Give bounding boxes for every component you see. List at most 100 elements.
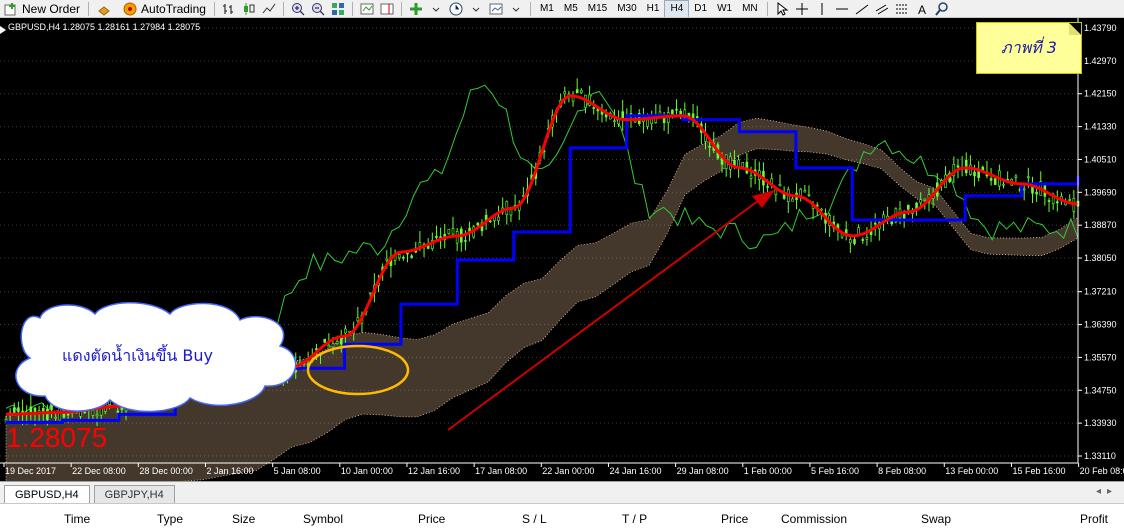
time-tick-label: 5 Jan 08:00 bbox=[274, 466, 321, 476]
fibonacci-tool[interactable] bbox=[892, 0, 912, 17]
time-tick-label: 12 Jan 16:00 bbox=[408, 466, 460, 476]
candle-body bbox=[695, 116, 699, 119]
candle-body bbox=[646, 119, 649, 127]
column-commission[interactable]: Commission bbox=[781, 512, 847, 526]
candle-body bbox=[981, 166, 985, 171]
candle-body bbox=[95, 413, 99, 417]
zoom-in-button[interactable] bbox=[288, 0, 308, 17]
text-tool[interactable]: A bbox=[912, 0, 932, 17]
time-tick-label: 22 Dec 08:00 bbox=[72, 466, 126, 476]
toolbar: New Order AutoTrading M1 M5 M15 M30 H1 H… bbox=[0, 0, 1124, 18]
timeframe-m5[interactable]: M5 bbox=[559, 0, 583, 17]
candle-body bbox=[575, 89, 579, 94]
bar-chart-icon bbox=[222, 3, 233, 14]
candle-body bbox=[1068, 199, 1072, 201]
candle-chart-button[interactable] bbox=[239, 0, 259, 17]
tab-gbpjpy-h4[interactable]: GBPJPY,H4 bbox=[93, 485, 175, 503]
timeframe-m1[interactable]: M1 bbox=[535, 0, 559, 17]
indicators-button[interactable] bbox=[406, 0, 426, 17]
chart-shift-icon bbox=[380, 3, 394, 14]
column-symbol[interactable]: Symbol bbox=[303, 512, 343, 526]
column-type[interactable]: Type bbox=[157, 512, 183, 526]
new-order-icon bbox=[4, 2, 16, 15]
periods-dropdown[interactable] bbox=[466, 0, 486, 17]
price-tick-label: 1.36390 bbox=[1084, 320, 1117, 330]
column-stop-loss[interactable]: S / L bbox=[522, 512, 547, 526]
price-tick-label: 1.37210 bbox=[1084, 287, 1117, 297]
candle-body bbox=[418, 242, 422, 247]
timeframe-h1[interactable]: H1 bbox=[642, 0, 665, 17]
price-tick-label: 1.35570 bbox=[1084, 352, 1117, 362]
candle-body bbox=[907, 204, 910, 210]
tabs-scroll-arrows[interactable]: ◂▸ bbox=[1096, 486, 1118, 497]
column-swap[interactable]: Swap bbox=[921, 512, 951, 526]
autoscroll-button[interactable] bbox=[357, 0, 377, 17]
chart-tabs-bar: GBPUSD,H4 GBPJPY,H4 ◂▸ bbox=[0, 481, 1124, 503]
templates-button[interactable] bbox=[486, 0, 506, 17]
candle-body bbox=[592, 107, 596, 109]
autoscroll-icon bbox=[360, 3, 374, 14]
timeframe-m30[interactable]: M30 bbox=[612, 0, 641, 17]
note-fold-corner bbox=[1069, 23, 1081, 35]
periods-button[interactable] bbox=[446, 0, 466, 17]
crosshair-tool[interactable] bbox=[792, 0, 812, 17]
new-order-button[interactable]: New Order bbox=[0, 0, 84, 17]
candle-body bbox=[344, 328, 347, 334]
time-tick-label: 29 Jan 08:00 bbox=[677, 466, 729, 476]
search-button[interactable] bbox=[932, 0, 952, 17]
tab-gbpusd-h4[interactable]: GBPUSD,H4 bbox=[4, 485, 90, 503]
text-icon: A bbox=[918, 3, 926, 16]
chart-window[interactable]: 1.43790 1.42970 1.42150 1.41330 1.40510 1.396… bbox=[0, 18, 1124, 481]
candle-body bbox=[17, 407, 20, 412]
chart-shift-button[interactable] bbox=[377, 0, 397, 17]
column-price[interactable]: Price bbox=[418, 512, 445, 526]
candle-body bbox=[410, 255, 413, 258]
candle-body bbox=[1014, 175, 1018, 178]
candle-body bbox=[613, 120, 616, 123]
fibonacci-icon bbox=[895, 4, 908, 13]
column-profit[interactable]: Profit bbox=[1080, 512, 1108, 526]
timeframe-w1[interactable]: W1 bbox=[712, 0, 737, 17]
candle-body bbox=[791, 198, 794, 202]
time-tick-label: 1 Feb 00:00 bbox=[744, 466, 792, 476]
zoom-out-button[interactable] bbox=[308, 0, 328, 17]
timeframe-d1[interactable]: D1 bbox=[689, 0, 712, 17]
chart-symbol-header: GBPUSD,H4 1.28075 1.28161 1.27984 1.2807… bbox=[8, 22, 201, 32]
candle-body bbox=[368, 292, 372, 295]
candle-body bbox=[799, 188, 802, 196]
candle-body bbox=[1002, 183, 1005, 186]
trendline-icon bbox=[855, 4, 868, 14]
autotrading-button[interactable]: AutoTrading bbox=[119, 0, 210, 17]
candle-body bbox=[1047, 200, 1051, 202]
candle-body bbox=[323, 338, 327, 343]
price-tick-label: 1.41330 bbox=[1084, 122, 1117, 132]
candle-body bbox=[741, 162, 745, 168]
line-chart-button[interactable] bbox=[259, 0, 279, 17]
channel-tool[interactable] bbox=[872, 0, 892, 17]
channel-icon bbox=[875, 4, 888, 14]
indicators-dropdown[interactable] bbox=[426, 0, 446, 17]
candle-body bbox=[919, 199, 923, 204]
template-icon bbox=[489, 3, 503, 14]
note-label-box[interactable]: ภาพที่ 3 bbox=[976, 22, 1082, 74]
price-tick-label: 1.38870 bbox=[1084, 220, 1117, 230]
market-watch-button[interactable] bbox=[93, 0, 119, 17]
candle-body bbox=[356, 317, 360, 322]
column-take-profit[interactable]: T / P bbox=[622, 512, 647, 526]
time-tick-label: 2 Jan 16:00 bbox=[206, 466, 253, 476]
column-current-price[interactable]: Price bbox=[721, 512, 748, 526]
timeframe-mn[interactable]: MN bbox=[737, 0, 763, 17]
column-time[interactable]: Time bbox=[64, 512, 90, 526]
vertical-line-tool[interactable] bbox=[812, 0, 832, 17]
bar-chart-button[interactable] bbox=[219, 0, 239, 17]
cursor-tool[interactable] bbox=[772, 0, 792, 17]
templates-dropdown[interactable] bbox=[506, 0, 526, 17]
trendline-tool[interactable] bbox=[852, 0, 872, 17]
horizontal-line-tool[interactable] bbox=[832, 0, 852, 17]
timeframe-m15[interactable]: M15 bbox=[583, 0, 612, 17]
timeframe-h4[interactable]: H4 bbox=[664, 0, 690, 17]
column-size[interactable]: Size bbox=[232, 512, 255, 526]
tile-windows-button[interactable] bbox=[328, 0, 348, 17]
price-chart[interactable]: 1.43790 1.42970 1.42150 1.41330 1.40510 1.396… bbox=[0, 18, 1124, 481]
price-tick-label: 1.33930 bbox=[1084, 418, 1117, 428]
